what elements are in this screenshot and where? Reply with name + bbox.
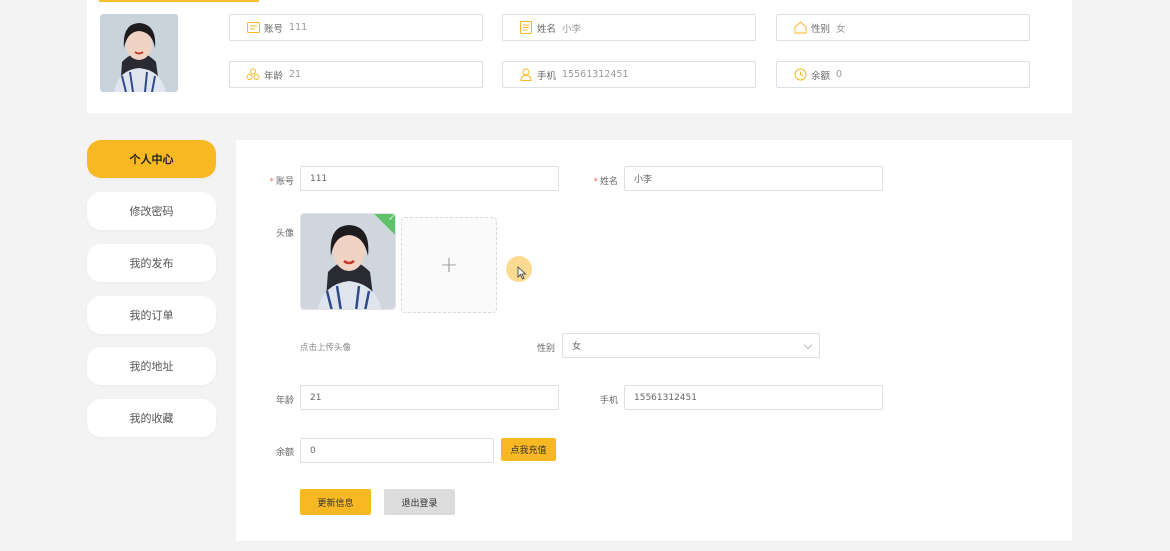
sidebar-item-my-orders[interactable]: 我的订单 [87, 296, 216, 334]
avatar-field-label: 头像 [275, 229, 294, 239]
balance-input-value: 0 [310, 445, 316, 456]
upload-avatar-button[interactable]: + [401, 217, 497, 313]
phone-input-value: 15561312451 [634, 392, 697, 403]
name-field-label: * 姓名 [585, 174, 618, 187]
update-info-button[interactable]: 更新信息 [300, 489, 371, 515]
age-field-label: 年龄 [275, 396, 294, 406]
sidebar-item-label: 个人中心 [129, 153, 174, 166]
age-input[interactable]: 21 [300, 385, 559, 410]
accent-line [99, 0, 259, 2]
info-phone-label: 手机 [537, 70, 557, 82]
name-label-text: 姓名 [599, 177, 618, 187]
info-name: 姓名 小李 [502, 14, 756, 41]
info-age: 年龄 21 [229, 61, 483, 88]
info-account: 账号 111 [229, 14, 483, 41]
info-name-label: 姓名 [537, 23, 557, 35]
upload-tip: 点击上传头像 [300, 343, 352, 353]
sidebar-item-my-posts[interactable]: 我的发布 [87, 244, 216, 282]
user-icon [519, 68, 533, 82]
logout-button[interactable]: 退出登录 [384, 489, 455, 515]
info-age-value: 21 [289, 69, 302, 80]
account-label-text: 账号 [275, 177, 294, 187]
info-age-label: 年龄 [264, 70, 284, 82]
balance-input[interactable]: 0 [300, 438, 494, 463]
account-field-label: * 账号 [262, 174, 294, 187]
people-icon [246, 68, 260, 82]
uploaded-avatar-image[interactable]: ✓ [300, 213, 396, 310]
sidebar-item-my-favorites[interactable]: 我的收藏 [87, 399, 216, 437]
info-phone-value: 15561312451 [562, 69, 629, 80]
sidebar-item-label: 我的发布 [129, 257, 174, 270]
gender-select-value: 女 [572, 342, 582, 352]
info-name-value: 小李 [562, 23, 582, 35]
sidebar-item-personal-center[interactable]: 个人中心 [87, 140, 216, 178]
document-icon [519, 21, 533, 35]
home-icon [793, 21, 807, 35]
cursor-icon [517, 266, 527, 283]
info-account-label: 账号 [264, 23, 284, 35]
sidebar-item-label: 修改密码 [129, 205, 174, 218]
sidebar-item-change-password[interactable]: 修改密码 [87, 192, 216, 230]
name-input[interactable]: 小李 [624, 166, 883, 191]
sidebar-item-label: 我的收藏 [129, 412, 174, 425]
info-gender-label: 性别 [811, 23, 831, 35]
name-input-value: 小李 [634, 175, 653, 185]
info-balance-value: 0 [836, 69, 843, 80]
account-input-value: 111 [310, 173, 328, 184]
id-card-icon [246, 21, 260, 35]
sidebar-item-label: 我的地址 [129, 360, 174, 373]
check-icon: ✓ [388, 213, 395, 223]
info-balance-label: 余额 [811, 70, 831, 82]
required-mark: * [593, 177, 598, 187]
clock-icon [793, 68, 807, 82]
gender-select[interactable]: 女 [562, 333, 820, 358]
age-input-value: 21 [310, 392, 322, 403]
required-mark: * [269, 177, 274, 187]
phone-field-label: 手机 [599, 396, 618, 406]
recharge-button[interactable]: 点我充值 [501, 438, 556, 461]
sidebar-item-my-address[interactable]: 我的地址 [87, 347, 216, 385]
avatar [100, 14, 178, 92]
info-gender: 性别 女 [776, 14, 1030, 41]
account-input[interactable]: 111 [300, 166, 559, 191]
balance-field-label: 余额 [275, 448, 294, 458]
info-balance: 余额 0 [776, 61, 1030, 88]
chevron-down-icon [803, 340, 813, 350]
info-account-value: 111 [289, 22, 308, 33]
info-gender-value: 女 [836, 23, 846, 35]
info-phone: 手机 15561312451 [502, 61, 756, 88]
phone-input[interactable]: 15561312451 [624, 385, 883, 410]
plus-icon: + [439, 252, 459, 278]
sidebar-item-label: 我的订单 [129, 309, 174, 322]
gender-field-label: 性别 [536, 344, 555, 354]
